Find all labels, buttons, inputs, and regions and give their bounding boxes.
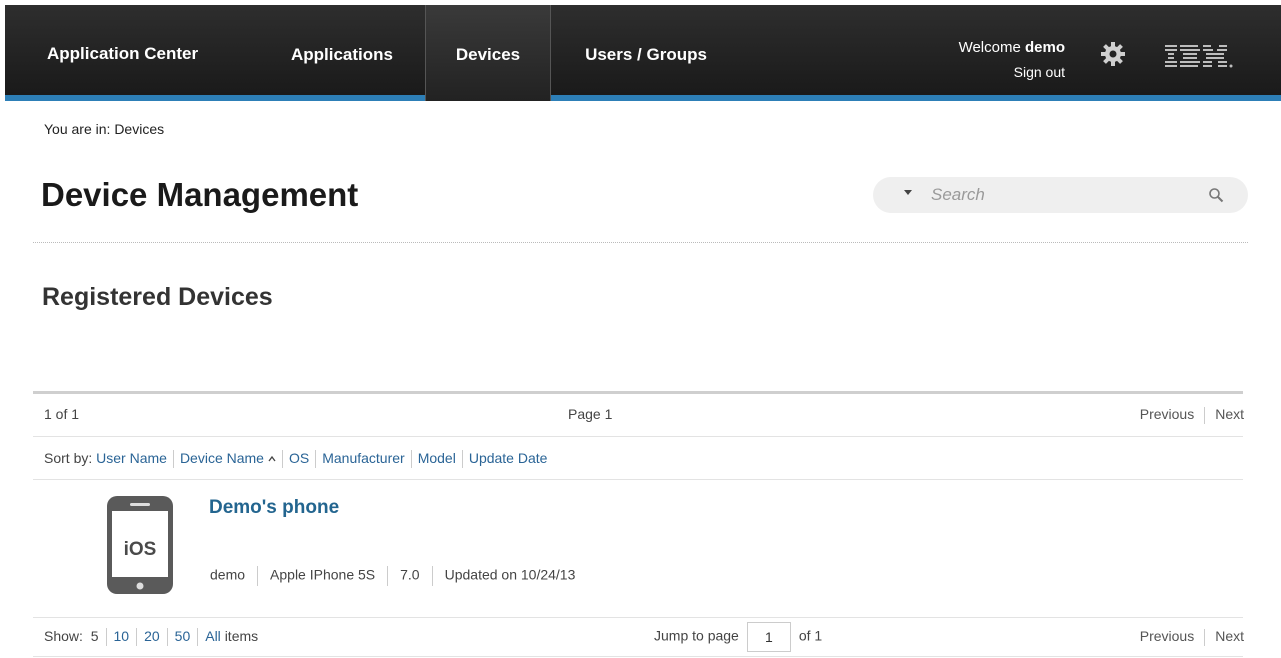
device-meta: demo Apple IPhone 5S 7.0 Updated on 10/24/1… — [210, 566, 575, 586]
page-size-10[interactable]: 10 — [114, 628, 130, 644]
device-updated: Updated on 10/24/13 — [444, 566, 576, 583]
separator — [197, 628, 199, 647]
gear-icon[interactable] — [1100, 41, 1126, 67]
separator — [461, 450, 463, 469]
sort-model[interactable]: Model — [418, 450, 456, 466]
pager-nav-top: Previous Next — [1140, 406, 1244, 424]
device-os-version: 7.0 — [400, 566, 420, 583]
separator — [281, 450, 283, 469]
pager-top: 1 of 1 Page 1 Previous Next — [44, 406, 1244, 426]
nav-users-groups[interactable]: Users / Groups — [551, 5, 741, 101]
nav-devices[interactable]: Devices — [425, 5, 551, 101]
sort-device-name-label: Device Name — [179, 450, 264, 466]
breadcrumb: You are in: Devices — [44, 121, 165, 137]
separator — [1204, 628, 1206, 646]
device-name-link[interactable]: Demo's phone — [209, 497, 339, 519]
ibm-logo — [1165, 45, 1233, 68]
page-indicator: Page 1 — [568, 406, 613, 422]
pager-nav-bottom: Previous Next — [1140, 628, 1244, 646]
separator — [105, 628, 107, 647]
page-size-50[interactable]: 50 — [175, 628, 191, 644]
sort-bar: Sort by: User Name Device Name OS Manufactu… — [44, 450, 548, 469]
device-model: Apple IPhone 5S — [270, 566, 376, 583]
show-label: Show: — [44, 628, 83, 644]
username: demo — [1024, 39, 1065, 56]
sign-out-link[interactable]: Sign out — [1014, 64, 1065, 80]
divider — [33, 617, 1243, 618]
separator — [410, 450, 412, 469]
sort-label: Sort by: — [44, 450, 93, 466]
separator — [172, 450, 174, 469]
previous-page-link[interactable]: Previous — [1140, 406, 1194, 422]
page-size-5: 5 — [90, 628, 99, 644]
separator — [431, 566, 433, 586]
nav-applications[interactable]: Applications — [259, 5, 425, 101]
sort-ascending-icon — [268, 456, 276, 462]
next-page-link-bottom[interactable]: Next — [1215, 628, 1244, 644]
welcome-text: Welcome demo — [959, 39, 1065, 56]
search-scope-dropdown-icon[interactable] — [904, 190, 912, 195]
device-user: demo — [210, 566, 246, 583]
top-nav-bar: Application Center Applications Devices … — [5, 5, 1281, 101]
welcome-prefix: Welcome — [958, 39, 1025, 56]
separator — [166, 628, 168, 647]
page-size-all[interactable]: All — [205, 628, 221, 644]
sort-user-name[interactable]: User Name — [96, 450, 167, 466]
items-label: items — [224, 628, 259, 644]
separator — [257, 566, 259, 586]
sort-device-name[interactable]: Device Name — [180, 450, 276, 466]
separator — [315, 450, 317, 469]
separator — [136, 628, 138, 647]
sort-os[interactable]: OS — [289, 450, 309, 466]
of-pages-label: of 1 — [798, 627, 823, 644]
search-icon[interactable] — [1208, 187, 1224, 203]
page-size-selector: Show: 5 10 20 50 All items — [44, 628, 259, 647]
page-size-20[interactable]: 20 — [144, 628, 160, 644]
sort-update-date[interactable]: Update Date — [469, 450, 548, 466]
previous-page-link-bottom[interactable]: Previous — [1140, 628, 1194, 644]
divider — [33, 436, 1243, 437]
list-top-rule — [33, 391, 1243, 394]
search-input[interactable] — [931, 183, 1191, 207]
next-page-link[interactable]: Next — [1215, 406, 1244, 422]
separator — [1204, 406, 1206, 424]
sort-manufacturer[interactable]: Manufacturer — [322, 450, 404, 466]
divider — [33, 656, 1243, 657]
search-box — [873, 177, 1248, 213]
divider — [33, 479, 1243, 480]
jump-to-page: Jump to page of 1 — [654, 622, 822, 652]
jump-page-input[interactable] — [746, 622, 791, 652]
os-badge-text: iOS — [124, 539, 157, 560]
result-count: 1 of 1 — [44, 406, 80, 422]
pager-bottom: Show: 5102050All items Jump to pageof 1 … — [44, 622, 1244, 652]
section-title: Registered Devices — [42, 283, 273, 311]
app-brand[interactable]: Application Center — [47, 44, 198, 64]
jump-label: Jump to page — [654, 627, 739, 644]
separator — [387, 566, 389, 586]
title-divider — [33, 242, 1248, 243]
page-title: Device Management — [41, 176, 359, 213]
ios-phone-icon: iOS — [107, 496, 173, 594]
